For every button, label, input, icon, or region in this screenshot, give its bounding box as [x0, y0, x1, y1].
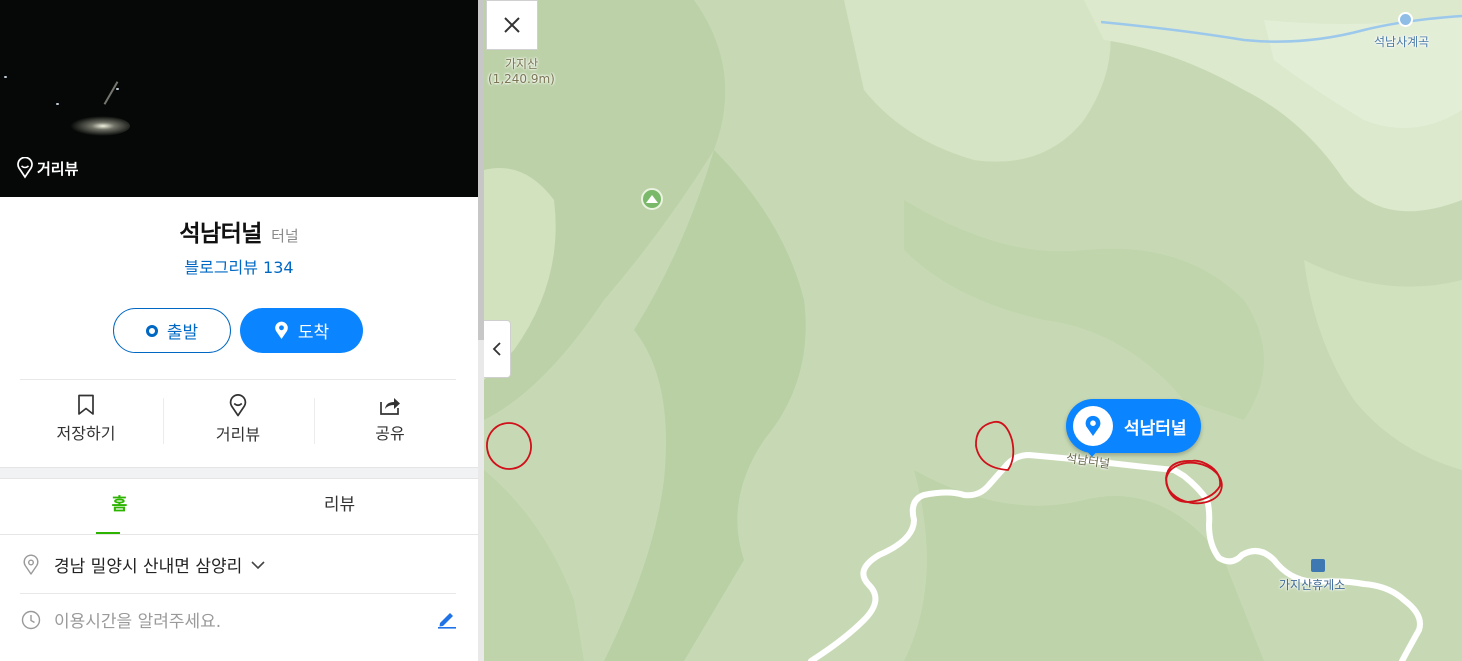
- light-dot: [56, 103, 59, 105]
- pencil-icon[interactable]: [437, 609, 457, 629]
- red-annotation-circle: [1165, 459, 1222, 503]
- hours-row: 이용시간을 알려주세요.: [20, 607, 460, 632]
- rest-area-icon[interactable]: [1311, 559, 1325, 572]
- place-title-row: 석남터널 터널: [0, 214, 478, 248]
- address-text: 경남 밀양시 산내면 삼양리: [54, 557, 243, 577]
- location-pin-icon: [17, 157, 33, 179]
- streetview-badge-label: 거리뷰: [37, 159, 79, 178]
- divider: [20, 379, 456, 380]
- blog-review-link[interactable]: 블로그리뷰 134: [0, 254, 478, 278]
- light-glow: [70, 116, 130, 136]
- action-separator: [314, 398, 315, 444]
- tab-review[interactable]: 리뷰: [220, 480, 459, 534]
- arrive-button[interactable]: 도착: [240, 308, 363, 353]
- valley-label[interactable]: 석남사계곡: [1374, 33, 1429, 50]
- tab-home[interactable]: 홈: [0, 480, 239, 534]
- start-button[interactable]: 출발: [113, 308, 231, 353]
- streetview-action-label: 거리뷰: [215, 425, 261, 444]
- place-category: 터널: [271, 227, 299, 245]
- light-dot: [4, 76, 7, 78]
- bookmark-icon: [78, 394, 94, 415]
- collapse-panel-button[interactable]: [484, 320, 511, 378]
- location-icon: [23, 553, 39, 575]
- streetview-badge[interactable]: 거리뷰: [16, 157, 78, 179]
- save-action[interactable]: 저장하기: [16, 392, 156, 452]
- destination-pin-icon: [275, 321, 288, 339]
- streetview-pin-icon: [229, 394, 247, 417]
- marker-tip: [1085, 449, 1099, 457]
- address-row[interactable]: 경남 밀양시 산내면 삼양리: [20, 552, 460, 577]
- start-button-label: 출발: [166, 323, 199, 343]
- save-action-label: 저장하기: [56, 424, 116, 443]
- clock-icon: [21, 610, 41, 629]
- streetview-action[interactable]: 거리뷰: [168, 392, 308, 452]
- action-separator: [163, 398, 164, 444]
- origin-dot-icon: [145, 324, 158, 337]
- share-action-label: 공유: [375, 424, 405, 443]
- share-icon: [380, 398, 400, 415]
- hours-prompt: 이용시간을 알려주세요.: [54, 612, 222, 632]
- chevron-down-icon[interactable]: [250, 560, 266, 570]
- tabs-divider: [0, 534, 478, 535]
- light-streak: [103, 81, 119, 105]
- streetview-photo[interactable]: 거리뷰: [0, 0, 478, 197]
- section-gap: [0, 467, 478, 479]
- mountain-name-label[interactable]: 가지산: [505, 55, 538, 72]
- close-icon: [504, 17, 520, 33]
- divider: [20, 593, 456, 594]
- marker-label: 석남터널: [1124, 418, 1187, 439]
- marker-icon: [1073, 406, 1113, 446]
- valley-icon[interactable]: [1398, 12, 1413, 27]
- place-marker[interactable]: 석남터널: [1066, 399, 1201, 453]
- close-button[interactable]: [486, 0, 538, 50]
- rest-area-label[interactable]: 가지산휴게소: [1279, 576, 1345, 593]
- share-action[interactable]: 공유: [320, 392, 460, 452]
- place-panel: 거리뷰 석남터널 터널 블로그리뷰 134 출발 도착 저장하기 거리뷰 공유 …: [0, 0, 478, 661]
- place-name[interactable]: 석남터널: [179, 221, 262, 247]
- red-annotation-circle: [975, 420, 1015, 471]
- chevron-left-icon: [492, 342, 501, 356]
- mountain-icon[interactable]: [641, 188, 663, 210]
- light-dot: [116, 88, 119, 90]
- arrive-button-label: 도착: [297, 323, 330, 343]
- mountain-elevation-label: (1,240.9m): [488, 72, 555, 86]
